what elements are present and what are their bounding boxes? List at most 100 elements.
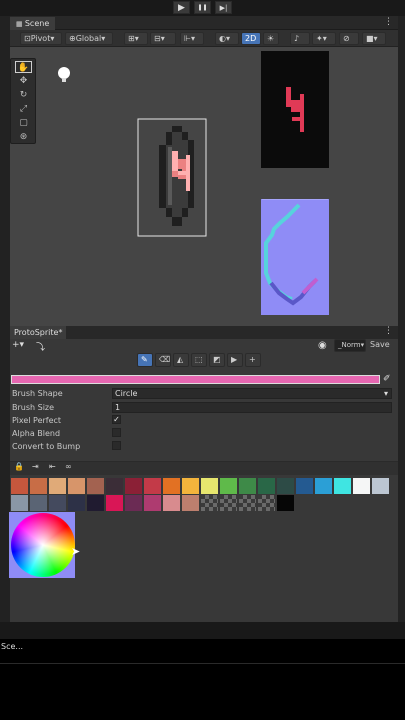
- color-wheel[interactable]: [11, 513, 75, 577]
- tab-protosprite[interactable]: ProtoSprite*: [10, 326, 67, 339]
- step-icon: ▶|: [219, 4, 228, 12]
- pivot-tool-button[interactable]: ⤵: [36, 340, 45, 353]
- palette-swatch[interactable]: [163, 495, 180, 511]
- effects-dropdown[interactable]: ✦▾: [312, 32, 336, 45]
- 2d-label: 2D: [245, 34, 257, 43]
- add-dropdown[interactable]: +▾: [12, 340, 24, 350]
- scale-tool-button[interactable]: ⤢: [15, 103, 32, 115]
- convert-to-bump-checkbox[interactable]: [112, 441, 121, 450]
- cursor-icon: ➤: [71, 545, 81, 558]
- transform-tool-button[interactable]: ⊛: [15, 131, 32, 143]
- visibility-toggle[interactable]: ⊘: [339, 32, 359, 45]
- increment-snap-button[interactable]: ⊟▾: [150, 32, 176, 45]
- eyedropper-icon[interactable]: ✐: [383, 374, 391, 384]
- palette-swatch[interactable]: [182, 478, 199, 494]
- pause-button[interactable]: ❚❚: [194, 1, 211, 14]
- panel-menu-icon[interactable]: ⋮: [384, 326, 393, 336]
- palette-swatch[interactable]: [125, 478, 142, 494]
- palette-swatch[interactable]: [220, 495, 237, 511]
- palette-swatch[interactable]: [201, 478, 218, 494]
- move-pixels-button[interactable]: +: [245, 353, 261, 367]
- rotate-tool-button[interactable]: ↻: [15, 89, 32, 101]
- palette-swatch[interactable]: [239, 495, 256, 511]
- palette-swatch[interactable]: [372, 478, 389, 494]
- palette-swatch[interactable]: [258, 478, 275, 494]
- brush-color-field[interactable]: [11, 375, 380, 384]
- color-wheel-panel[interactable]: ➤: [9, 512, 80, 578]
- palette-swatch[interactable]: [277, 495, 294, 511]
- select-tool-button[interactable]: ⬚: [191, 353, 207, 367]
- bow-sprite: [261, 199, 329, 315]
- palette-swatch[interactable]: [182, 495, 199, 511]
- brush-size-value: 1: [115, 403, 121, 412]
- grid-icon: ▦: [16, 20, 25, 28]
- palette-swatch[interactable]: [11, 495, 28, 511]
- status-text: Sce...: [1, 642, 24, 651]
- palette-swatch[interactable]: [315, 478, 332, 494]
- draw-mode-button[interactable]: ◐▾: [215, 32, 239, 45]
- export-icon[interactable]: ⇤: [49, 462, 56, 471]
- scene-viewport[interactable]: [10, 47, 398, 326]
- rect-tool-button[interactable]: ▢: [15, 117, 32, 129]
- palette-swatch[interactable]: [68, 495, 85, 511]
- save-button[interactable]: Save: [370, 340, 390, 349]
- alpha-blend-checkbox[interactable]: [112, 428, 121, 437]
- plus-icon: +▾: [12, 340, 25, 350]
- play-icon: ▶: [178, 3, 185, 13]
- palette-swatch[interactable]: [30, 495, 47, 511]
- hand-tool-button[interactable]: ✋: [15, 61, 32, 73]
- palette-swatch[interactable]: [277, 478, 294, 494]
- palette-swatch[interactable]: [334, 478, 351, 494]
- palette-swatch[interactable]: [68, 478, 85, 494]
- palette-swatch[interactable]: [144, 478, 161, 494]
- layer-select[interactable]: _Norm▾: [334, 339, 366, 352]
- tab-scene[interactable]: ▦ Scene: [10, 17, 56, 30]
- pointer-tool-button[interactable]: ▶: [227, 353, 243, 367]
- camera-dropdown[interactable]: ■▾: [362, 32, 386, 45]
- palette-swatch[interactable]: [30, 478, 47, 494]
- brush-shape-dropdown[interactable]: Circle ▾: [112, 388, 392, 399]
- move-tool-button[interactable]: ✥: [15, 75, 32, 87]
- palette-swatch[interactable]: [220, 478, 237, 494]
- pivot-dropdown[interactable]: ⊡Pivot▾: [20, 32, 62, 45]
- 2d-toggle[interactable]: 2D: [241, 32, 261, 45]
- grid-snap-button[interactable]: ⊞▾: [124, 32, 148, 45]
- pixel-perfect-checkbox[interactable]: ✓: [112, 415, 121, 424]
- eraser-icon: ⌫: [159, 355, 171, 364]
- eraser-tool-button[interactable]: ⌫: [155, 353, 171, 367]
- import-icon[interactable]: ⇥: [32, 462, 39, 471]
- palette-swatch[interactable]: [353, 478, 370, 494]
- preview-toggle[interactable]: ◉: [318, 340, 327, 351]
- palette-swatch[interactable]: [258, 495, 275, 511]
- link-icon[interactable]: ∞: [65, 462, 72, 471]
- fill-tool-button[interactable]: ◭: [173, 353, 189, 367]
- palette-swatch[interactable]: [87, 495, 104, 511]
- palette-swatch[interactable]: [239, 478, 256, 494]
- palette-swatch[interactable]: [11, 478, 28, 494]
- palette-swatch[interactable]: [163, 478, 180, 494]
- palette-swatch[interactable]: [87, 478, 104, 494]
- brush-size-input[interactable]: 1: [112, 402, 392, 413]
- crop-tool-button[interactable]: ◩: [209, 353, 225, 367]
- eye-slash-icon: ⊘: [343, 34, 350, 43]
- palette-swatch[interactable]: [49, 478, 66, 494]
- step-button[interactable]: ▶|: [215, 1, 232, 14]
- scene-menu-icon[interactable]: ⋮: [384, 17, 393, 27]
- brush-tool-button[interactable]: ✎: [137, 353, 153, 367]
- pixel-perfect-label: Pixel Perfect: [12, 416, 62, 425]
- palette-swatch[interactable]: [106, 495, 123, 511]
- lock-icon[interactable]: 🔒: [14, 462, 24, 471]
- align-button[interactable]: ⊩▾: [180, 32, 204, 45]
- divider: [0, 663, 405, 664]
- audio-toggle[interactable]: ♪: [290, 32, 310, 45]
- play-button[interactable]: ▶: [173, 1, 190, 14]
- palette-swatch[interactable]: [296, 478, 313, 494]
- global-dropdown[interactable]: ⊕Global▾: [65, 32, 113, 45]
- palette-swatch[interactable]: [201, 495, 218, 511]
- palette-swatch[interactable]: [106, 478, 123, 494]
- palette-swatch[interactable]: [49, 495, 66, 511]
- lighting-toggle[interactable]: ☀: [263, 32, 279, 45]
- palette-swatch[interactable]: [125, 495, 142, 511]
- pivot-corner-icon: ⤵: [36, 343, 46, 353]
- palette-swatch[interactable]: [144, 495, 161, 511]
